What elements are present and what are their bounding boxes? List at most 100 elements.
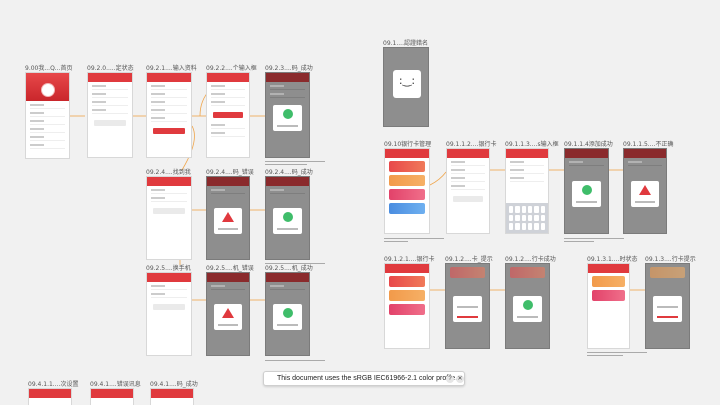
- phone-screen: [146, 272, 192, 356]
- confirm-button[interactable]: [656, 315, 679, 318]
- list-item[interactable]: [30, 128, 65, 133]
- form-row[interactable]: [151, 93, 187, 98]
- artboard-find[interactable]: 09.2.4....找到我: [146, 169, 192, 260]
- success-dialog[interactable]: [571, 180, 602, 207]
- bank-card[interactable]: [389, 304, 425, 315]
- artboard-card-input[interactable]: 09.1.1.3....s输入框: [505, 141, 559, 234]
- artboard-success[interactable]: 09.2.3....码_成功: [265, 65, 313, 158]
- error-dialog[interactable]: [213, 208, 243, 235]
- form-row[interactable]: [92, 85, 128, 90]
- confirm-dialog[interactable]: [452, 295, 483, 322]
- list-item[interactable]: [30, 136, 65, 141]
- artboard-card-tip[interactable]: 09.1.3....行卡提示: [645, 256, 696, 349]
- form-row[interactable]: [451, 169, 485, 174]
- artboard-title: 09.2.3....码_成功: [265, 65, 313, 72]
- success-dialog[interactable]: [272, 208, 303, 235]
- form-row[interactable]: [151, 293, 187, 298]
- form-row[interactable]: [510, 169, 544, 174]
- form-row[interactable]: [211, 124, 245, 129]
- form-row[interactable]: [151, 189, 187, 194]
- success-dialog[interactable]: [512, 295, 543, 322]
- form-row[interactable]: [151, 117, 187, 122]
- face-dialog[interactable]: :‿:: [393, 70, 421, 98]
- dialog-text: [276, 228, 299, 231]
- help-icon[interactable]: ?: [446, 375, 454, 383]
- form-row[interactable]: [211, 85, 245, 90]
- list-item[interactable]: [30, 120, 65, 125]
- artboard-unbind-tip[interactable]: 09.1.2....卡_提示: [445, 256, 493, 349]
- artboard-add-success[interactable]: 09.1.1.4添加成功: [564, 141, 613, 234]
- artboard-bind-status[interactable]: 09.2.0.....定状态: [87, 65, 134, 158]
- nav-bar: [207, 73, 249, 82]
- form-row[interactable]: [151, 285, 187, 290]
- artboard-change-phone[interactable]: 09.2.5....换手机: [146, 265, 192, 356]
- artboard-password-success[interactable]: 09.4.1....码_成功: [150, 381, 198, 405]
- artboard-card-list[interactable]: 09.1.2.1....银行卡: [384, 256, 434, 349]
- bank-card[interactable]: [389, 189, 425, 200]
- form-row[interactable]: [151, 109, 187, 114]
- bank-card[interactable]: [592, 290, 625, 301]
- form-row[interactable]: [92, 101, 128, 106]
- keyboard[interactable]: [506, 203, 548, 233]
- bank-card[interactable]: [592, 276, 625, 287]
- artboard-settings[interactable]: 09.4.1.1....次设置: [28, 381, 78, 405]
- success-dialog[interactable]: [272, 104, 303, 131]
- form-row[interactable]: [151, 197, 187, 202]
- form-row[interactable]: [92, 109, 128, 114]
- phone-screen: [587, 263, 630, 349]
- error-dialog[interactable]: [213, 304, 243, 331]
- artboard-title: 09.4.1....码_成功: [150, 381, 198, 388]
- list-item[interactable]: [30, 112, 65, 117]
- bank-card[interactable]: [389, 175, 425, 186]
- artboard-bank-cards[interactable]: 09.10银行卡管理: [384, 141, 431, 234]
- error-dialog[interactable]: [630, 180, 660, 207]
- form-row[interactable]: [211, 93, 245, 98]
- confirm-button[interactable]: [456, 315, 479, 318]
- artboard-code-success[interactable]: 09.2.4....码_成功: [265, 169, 313, 260]
- artboard-input-box[interactable]: 09.2.2....个输入框: [206, 65, 257, 158]
- artboard-add-card[interactable]: 09.1.1.2....银行卡: [446, 141, 496, 234]
- bank-card[interactable]: [389, 290, 425, 301]
- submit-button[interactable]: [453, 196, 483, 202]
- form-row[interactable]: [510, 177, 544, 182]
- bank-card[interactable]: [389, 203, 425, 214]
- bank-card[interactable]: [389, 276, 425, 287]
- artboard-title: 09.1.3....行卡提示: [645, 256, 696, 263]
- artboard-phone-success[interactable]: 09.2.5....机_成功: [265, 265, 313, 356]
- bank-card: [450, 267, 485, 278]
- close-icon[interactable]: ✕: [456, 375, 464, 383]
- list-item[interactable]: [30, 104, 65, 109]
- artboard-unbind-success[interactable]: 09.1.2....行卡成功: [505, 256, 556, 349]
- list-item[interactable]: [30, 144, 65, 149]
- success-dialog[interactable]: [272, 304, 303, 331]
- form-row[interactable]: [151, 85, 187, 90]
- dialog-text: [575, 200, 598, 203]
- annotation: [564, 237, 624, 244]
- submit-button[interactable]: [153, 208, 185, 214]
- submit-button[interactable]: [94, 120, 126, 126]
- form-row[interactable]: [92, 93, 128, 98]
- bank-card[interactable]: [389, 161, 425, 172]
- confirm-dialog[interactable]: [652, 295, 683, 322]
- artboard-face-verify[interactable]: 09.1....認證錯名 :‿:: [383, 40, 429, 127]
- artboard-incorrect[interactable]: 09.1.1.5....不正确: [623, 141, 673, 234]
- submit-button[interactable]: [213, 112, 243, 118]
- artboard-error-message[interactable]: 09.4.1....错误讯息: [90, 381, 141, 405]
- form-row[interactable]: [451, 161, 485, 166]
- form-row: [270, 189, 305, 194]
- form-row[interactable]: [151, 101, 187, 106]
- check-icon: [581, 184, 592, 195]
- form-row[interactable]: [211, 101, 245, 106]
- artboard-phone-error[interactable]: 09.2.5....机_错误: [206, 265, 254, 356]
- artboard-home[interactable]: 9.00我...Q...首页: [25, 65, 73, 159]
- artboard-input-info[interactable]: 09.2.1....输入资料: [146, 65, 197, 158]
- form-row[interactable]: [451, 177, 485, 182]
- submit-button[interactable]: [153, 304, 185, 310]
- nav-bar: [385, 149, 429, 158]
- artboard-code-error[interactable]: 09.2.4....码_错误: [206, 169, 254, 260]
- form-row[interactable]: [211, 132, 245, 137]
- form-row[interactable]: [451, 185, 485, 190]
- submit-button[interactable]: [153, 128, 185, 134]
- form-row[interactable]: [510, 161, 544, 166]
- artboard-time-status[interactable]: 09.1.3.1....时状态: [587, 256, 637, 349]
